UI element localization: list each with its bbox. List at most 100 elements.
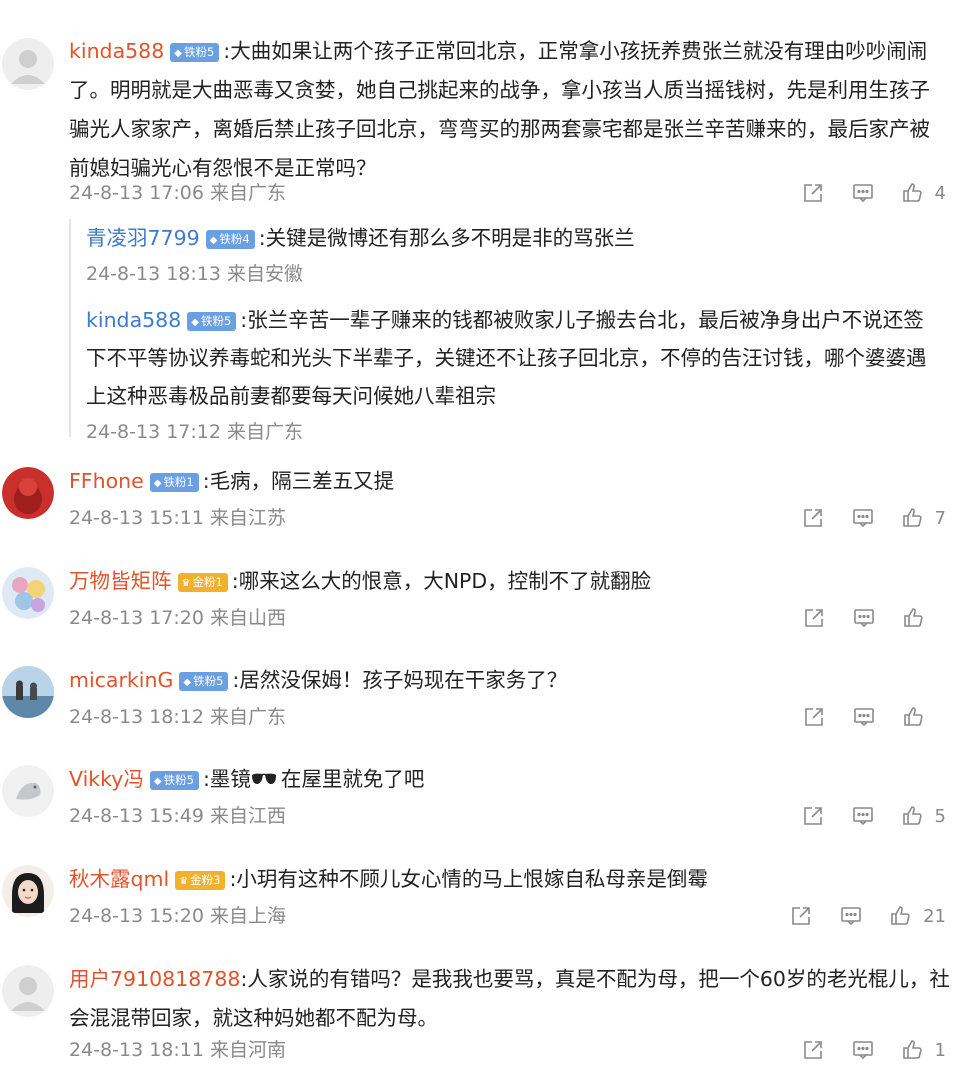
comment-text: kinda588 ◆ 铁粉5:大曲如果让两个孩子正常回北京，正常拿小孩抚养费张兰就没… (69, 32, 950, 188)
comment-actions: 4 (775, 176, 946, 210)
fan-badge[interactable]: ◆ 铁粉5 (187, 312, 237, 331)
comment-content: :墨镜 (202, 767, 251, 791)
comment-content: :毛病，隔三差五又提 (202, 469, 395, 493)
share-button[interactable] (801, 1038, 825, 1062)
share-button[interactable] (801, 506, 825, 530)
share-icon (803, 1041, 822, 1059)
reply-button[interactable] (851, 1038, 875, 1062)
reply-item: 青凌羽7799 ◆ 铁粉4:关键是微博还有那么多不明是非的骂张兰 24-8-13 1… (86, 219, 929, 291)
reply-content: :关键是微博还有那么多不明是非的骂张兰 (258, 226, 635, 250)
username-link[interactable]: kinda588 (69, 39, 164, 63)
share-button[interactable] (802, 606, 826, 630)
fan-badge[interactable]: ◆ 铁粉4 (205, 230, 255, 249)
like-button[interactable]: 5 (901, 804, 946, 828)
share-button[interactable] (801, 181, 825, 205)
username-link[interactable]: 用户7910818788 (69, 967, 240, 991)
avatar[interactable] (2, 567, 54, 619)
like-count: 5 (934, 805, 946, 827)
avatar[interactable] (2, 467, 54, 519)
thumbs-up-icon (902, 806, 922, 825)
comment-icon (852, 1041, 873, 1060)
diamond-icon: ◆ (153, 776, 162, 787)
reply-username-link[interactable]: 青凌羽7799 (86, 226, 200, 250)
like-button[interactable]: 21 (889, 904, 946, 928)
reply-button[interactable] (851, 804, 875, 828)
username-link[interactable]: FFhone (69, 469, 144, 493)
fan-badge[interactable]: ◆ 铁粉5 (149, 771, 199, 790)
timestamp: 24-8-13 15:11 (69, 507, 204, 529)
like-button[interactable] (902, 606, 946, 630)
like-button[interactable] (902, 705, 946, 729)
comment-icon (852, 184, 873, 203)
thumbs-up-icon (891, 906, 910, 925)
timestamp: 24-8-13 15:49 (69, 805, 204, 827)
share-icon (803, 807, 822, 825)
share-icon (792, 907, 810, 925)
location: 来自上海 (210, 905, 287, 927)
share-button[interactable] (789, 904, 813, 928)
reply-button[interactable] (852, 705, 876, 729)
location: 来自广东 (210, 182, 287, 204)
comment-meta: 24-8-13 17:06 来自广东 (69, 176, 286, 210)
timestamp: 24-8-13 18:11 (69, 1039, 204, 1061)
avatar[interactable] (2, 666, 54, 718)
diamond-icon: ◆ (209, 235, 218, 246)
reply-button[interactable] (839, 904, 863, 928)
username-link[interactable]: 万物皆矩阵 (69, 569, 172, 593)
username-link[interactable]: 秋木露qml (69, 867, 169, 891)
share-icon (805, 708, 823, 726)
timestamp: 24-8-13 17:20 (69, 607, 204, 629)
fan-badge[interactable]: ◆ 铁粉5 (170, 43, 220, 62)
crown-icon: ♛ (179, 876, 189, 887)
comment-content-tail: 在屋里就免了吧 (280, 767, 425, 791)
location: 来自江苏 (210, 507, 287, 529)
reply-button[interactable] (851, 181, 875, 205)
avatar[interactable] (2, 965, 54, 1017)
reply-username-link[interactable]: kinda588 (86, 308, 181, 332)
reply-button[interactable] (851, 506, 875, 530)
diamond-icon: ◆ (174, 48, 182, 59)
location: 来自山西 (210, 607, 287, 629)
comment-actions: 21 (763, 899, 946, 933)
fan-badge[interactable]: ♛ 金粉3 (175, 871, 226, 890)
avatar[interactable] (2, 765, 54, 817)
comment-icon (854, 708, 874, 727)
comment-icon (852, 807, 873, 826)
comment-actions (776, 601, 946, 635)
sunglasses-icon (251, 773, 276, 784)
fan-badge[interactable]: ◆ 铁粉5 (179, 672, 229, 691)
share-button[interactable] (802, 705, 826, 729)
comment-actions (776, 700, 946, 734)
share-button[interactable] (801, 804, 825, 828)
like-count: 1 (934, 1039, 946, 1061)
thumbs-up-icon (904, 707, 923, 726)
crown-icon: ♛ (181, 578, 191, 589)
username-link[interactable]: Vikky冯 (69, 767, 144, 791)
like-count: 7 (934, 507, 946, 529)
thumbs-up-icon (902, 183, 922, 202)
timestamp: 24-8-13 17:06 (69, 182, 204, 204)
avatar[interactable] (2, 38, 54, 90)
timestamp: 24-8-13 15:20 (69, 905, 204, 927)
username-link[interactable]: micarkinG (69, 668, 173, 692)
avatar[interactable] (2, 865, 54, 917)
like-button[interactable]: 1 (901, 1038, 946, 1062)
share-icon (803, 509, 822, 527)
fan-badge[interactable]: ◆ 铁粉1 (149, 473, 199, 492)
comment-actions: 1 (775, 1033, 946, 1067)
location: 来自广东 (210, 706, 287, 728)
thumbs-up-icon (902, 1040, 922, 1059)
thumbs-up-icon (904, 608, 923, 627)
fan-badge[interactable]: ♛ 金粉1 (177, 573, 228, 592)
like-button[interactable]: 7 (901, 506, 946, 530)
reply-button[interactable] (852, 606, 876, 630)
like-button[interactable]: 4 (901, 181, 946, 205)
share-icon (805, 609, 823, 627)
comment-actions: 5 (775, 799, 946, 833)
like-count: 21 (923, 905, 946, 927)
thumbs-up-icon (902, 508, 922, 527)
location: 来自安徽 (227, 263, 304, 285)
comment-content: :哪来这么大的恨意，大NPD，控制不了就翻脸 (231, 569, 652, 593)
comment-icon (852, 509, 873, 528)
diamond-icon: ◆ (191, 317, 199, 328)
